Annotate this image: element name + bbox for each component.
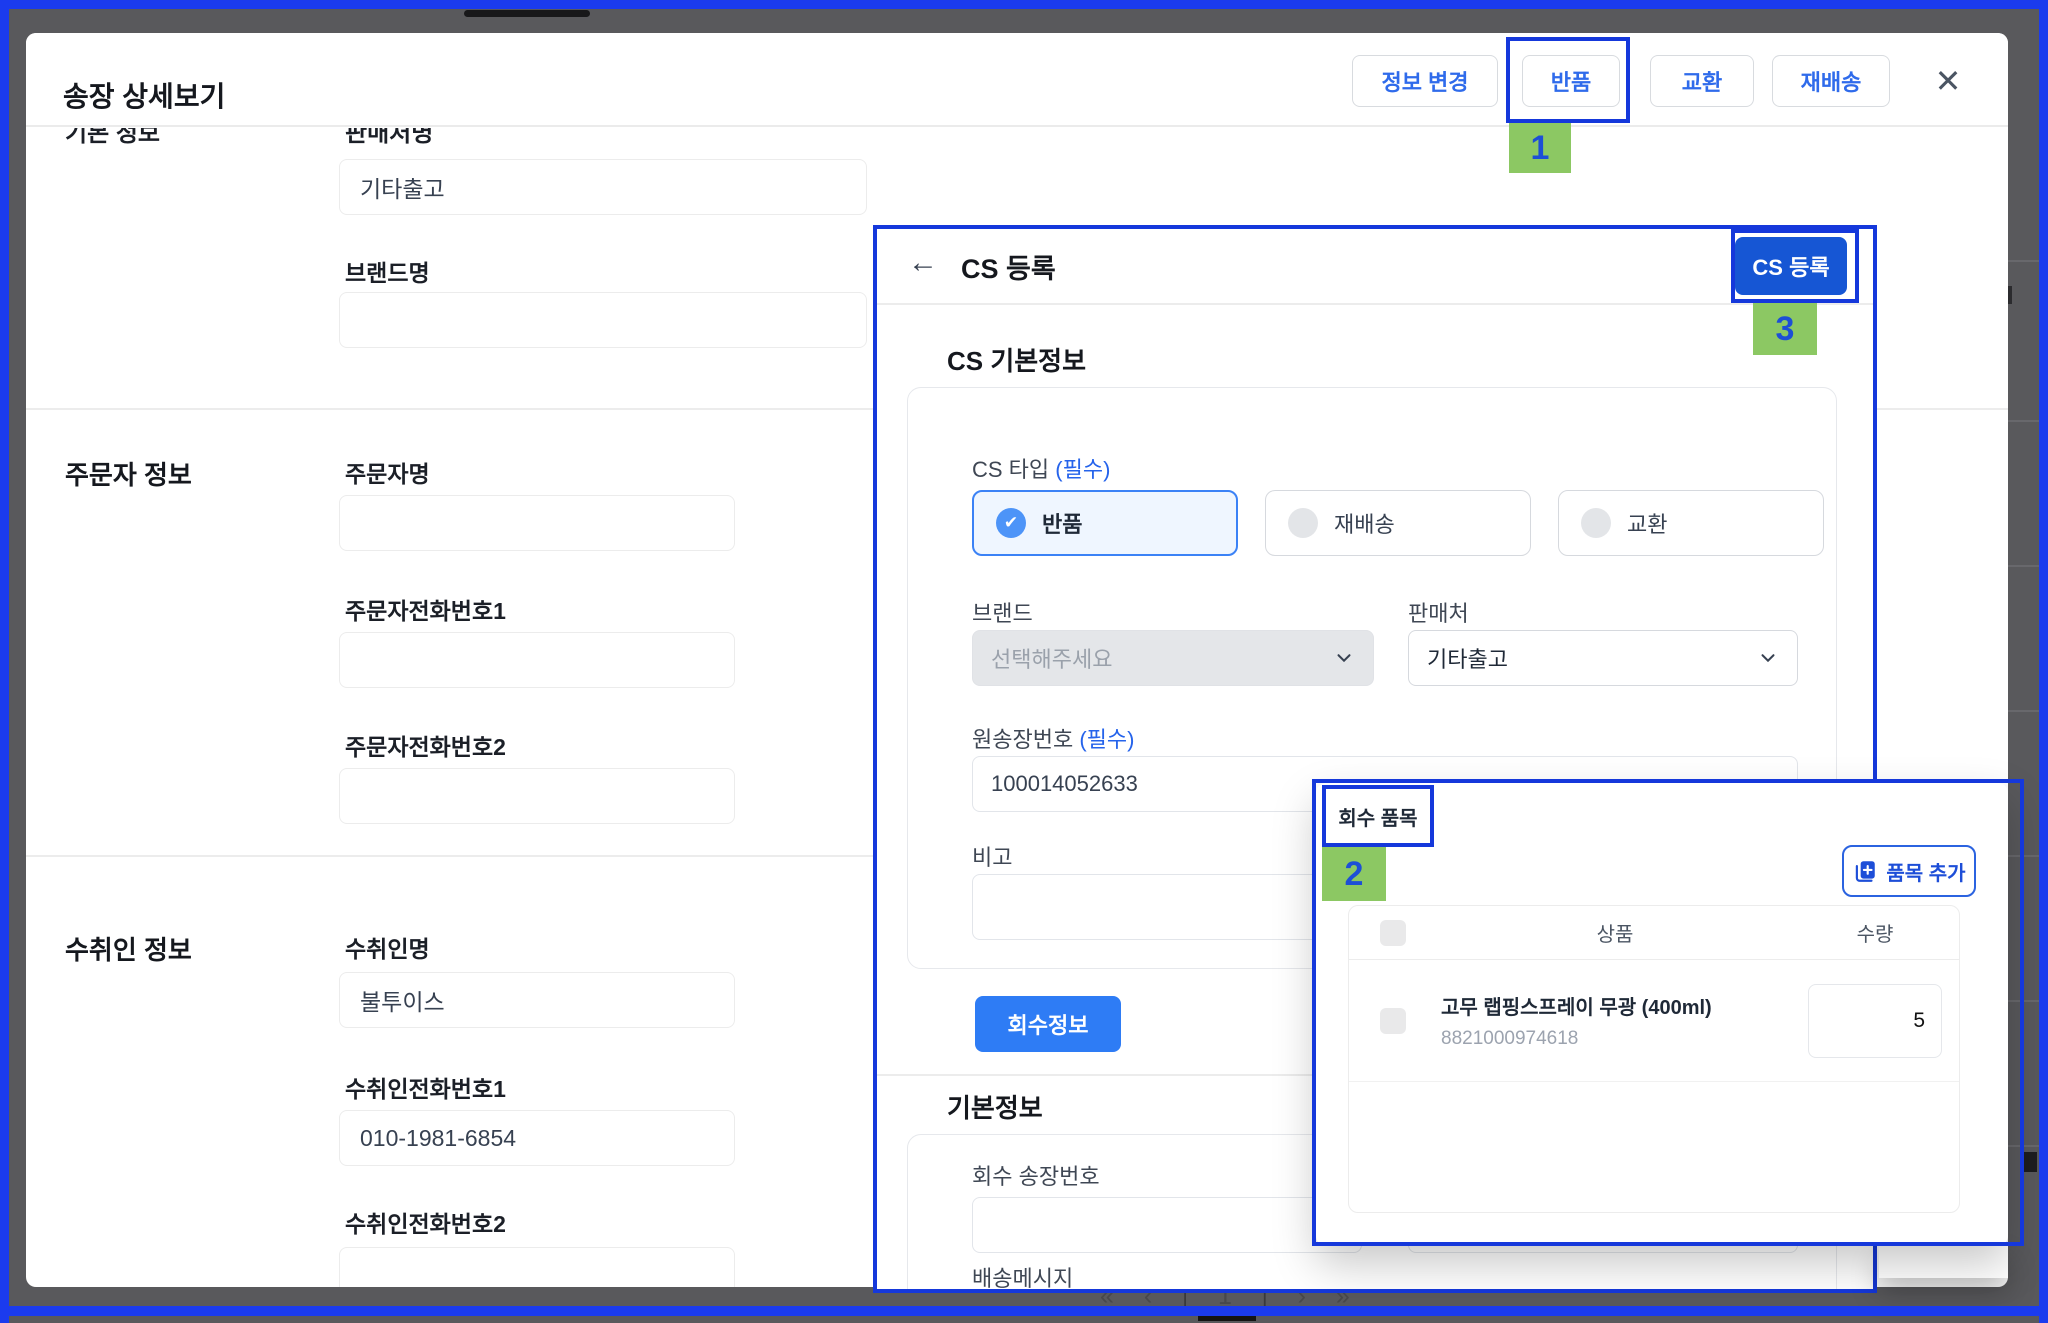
cs-type-option-label: 재배송 [1334, 507, 1395, 539]
product-name: 고무 랩핑스프레이 무광 (400ml) [1441, 991, 1793, 1020]
close-icon[interactable]: ✕ [1928, 61, 1968, 101]
delivery-message-label: 배송메시지 [972, 1261, 1073, 1293]
pickup-invoice-label: 회수 송장번호 [972, 1159, 1100, 1191]
product-column-header: 상품 [1437, 918, 1793, 947]
backdrop-row-line [2008, 1000, 2040, 1002]
page-tab-underline [1198, 1316, 1256, 1321]
back-arrow-icon[interactable]: ← [903, 243, 943, 283]
orderer-phone1-label: 주문자전화번호1 [345, 592, 506, 626]
product-cell: 고무 랩핑스프레이 무광 (400ml) 8821000974618 [1437, 991, 1793, 1050]
browser-tab-indicator [464, 10, 590, 17]
annotation-step-2: 2 [1322, 847, 1386, 901]
cs-basic-info-title: CS 기본정보 [947, 341, 1086, 378]
section-basic-info-cut-label: 기본 정보 [65, 128, 215, 147]
backdrop-row-line [2008, 710, 2040, 712]
original-invoice-label-text: 원송장번호 [972, 727, 1073, 752]
section-basic-info-text: 기본 정보 [65, 128, 215, 147]
select-all-checkbox[interactable] [1380, 920, 1406, 946]
radio-checked-icon: ✔ [996, 508, 1026, 538]
orderer-phone2-label: 주문자전화번호2 [345, 728, 506, 762]
recipient-section-title: 수취인 정보 [65, 930, 192, 967]
required-mark: (필수) [1079, 727, 1134, 752]
radio-unchecked-icon [1288, 508, 1318, 538]
recipient-name-label: 수취인명 [345, 930, 430, 964]
cs-type-option-redelivery[interactable]: 재배송 [1265, 490, 1531, 556]
cs-type-label-text: CS 타입 [972, 457, 1049, 482]
brand-name-label: 브랜드명 [345, 254, 430, 288]
recipient-phone2-input[interactable] [339, 1247, 735, 1287]
pickup-items-title-box: 회수 품목 [1322, 785, 1434, 847]
pickup-items-popup: 품목 추가 상품 수량 고무 랩핑스프레이 무광 (400ml) 8821000… [1316, 783, 2008, 1246]
cs-modal-title: CS 등록 [961, 247, 1056, 286]
table-header-row: 상품 수량 [1349, 906, 1959, 960]
outer-frame-border [0, 0, 2048, 9]
orderer-name-input[interactable] [339, 495, 735, 551]
basic-info-title: 기본정보 [947, 1088, 1043, 1125]
orderer-section-title: 주문자 정보 [65, 455, 192, 492]
brand-name-input[interactable] [339, 292, 867, 348]
recipient-phone1-input[interactable] [339, 1110, 735, 1166]
backdrop-row-line [2008, 565, 2040, 567]
popup-shadow-corner [1879, 1246, 2008, 1278]
outer-frame-border [2039, 0, 2048, 1323]
chevron-down-icon [1757, 647, 1779, 669]
exchange-button[interactable]: 교환 [1650, 55, 1754, 107]
brand-select-placeholder: 선택해주세요 [991, 642, 1112, 674]
redelivery-button[interactable]: 재배송 [1772, 55, 1890, 107]
annotation-step-3: 3 [1753, 303, 1817, 355]
radio-unchecked-icon [1581, 508, 1611, 538]
brand-label: 브랜드 [972, 596, 1033, 628]
return-button[interactable]: 반품 [1522, 55, 1620, 107]
table-row: 고무 랩핑스프레이 무광 (400ml) 8821000974618 [1349, 960, 1959, 1082]
recipient-name-input[interactable] [339, 972, 735, 1028]
required-mark: (필수) [1055, 457, 1110, 482]
recipient-phone1-label: 수취인전화번호1 [345, 1070, 506, 1104]
backdrop-row-line [2008, 260, 2040, 262]
cs-type-option-label: 반품 [1042, 507, 1082, 539]
cs-register-submit-button[interactable]: CS 등록 [1735, 237, 1847, 295]
backdrop-row-line [2008, 420, 2040, 422]
cs-type-option-return[interactable]: ✔ 반품 [972, 490, 1238, 556]
add-item-button-label: 품목 추가 [1886, 857, 1965, 886]
memo-label: 비고 [972, 840, 1012, 872]
brand-select[interactable]: 선택해주세요 [972, 630, 1374, 686]
seller-name-label-text: 판매처명 [345, 128, 475, 147]
change-info-button[interactable]: 정보 변경 [1352, 55, 1498, 107]
cs-type-option-exchange[interactable]: 교환 [1558, 490, 1824, 556]
recipient-phone2-label: 수취인전화번호2 [345, 1205, 506, 1239]
orderer-name-label: 주문자명 [345, 455, 430, 489]
seller-label: 판매처 [1408, 596, 1469, 628]
orderer-phone1-input[interactable] [339, 632, 735, 688]
chevron-down-icon [1333, 647, 1355, 669]
cs-type-option-label: 교환 [1627, 507, 1667, 539]
cs-type-options: ✔ 반품 재배송 교환 [972, 490, 1824, 556]
copy-plus-icon [1852, 858, 1878, 884]
backdrop-row-line [2008, 1145, 2040, 1147]
backdrop-row-line [2008, 855, 2040, 857]
row-checkbox[interactable] [1380, 1008, 1406, 1034]
seller-name-input[interactable] [339, 159, 867, 215]
seller-select[interactable]: 기타출고 [1408, 630, 1798, 686]
outer-frame-border [0, 0, 9, 1323]
qty-column-header: 수량 [1793, 918, 1957, 947]
outer-frame-border [0, 1306, 2048, 1316]
qty-input[interactable] [1808, 984, 1942, 1058]
pickup-invoice-input[interactable] [972, 1197, 1362, 1253]
dialog-title: 송장 상세보기 [63, 75, 225, 115]
modal-header-divider [877, 303, 1873, 305]
screenshot-stage: « ‹ | 1 | › » 송장 상세보기 정보 변경 반품 교환 재배송 ✕ … [0, 0, 2048, 1323]
pickup-info-button[interactable]: 회수정보 [975, 996, 1121, 1052]
background-text-fragment [2024, 1152, 2037, 1172]
annotation-step-1: 1 [1509, 123, 1571, 173]
pickup-items-table: 상품 수량 고무 랩핑스프레이 무광 (400ml) 8821000974618 [1348, 905, 1960, 1213]
seller-select-value: 기타출고 [1427, 642, 1508, 674]
original-invoice-label: 원송장번호 (필수) [972, 722, 1134, 754]
product-code: 8821000974618 [1441, 1028, 1793, 1050]
cs-type-label: CS 타입 (필수) [972, 452, 1110, 484]
dialog-header: 송장 상세보기 정보 변경 반품 교환 재배송 ✕ [26, 33, 2008, 127]
add-item-button[interactable]: 품목 추가 [1842, 845, 1976, 897]
orderer-phone2-input[interactable] [339, 768, 735, 824]
seller-name-cut-label: 판매처명 [345, 128, 475, 147]
